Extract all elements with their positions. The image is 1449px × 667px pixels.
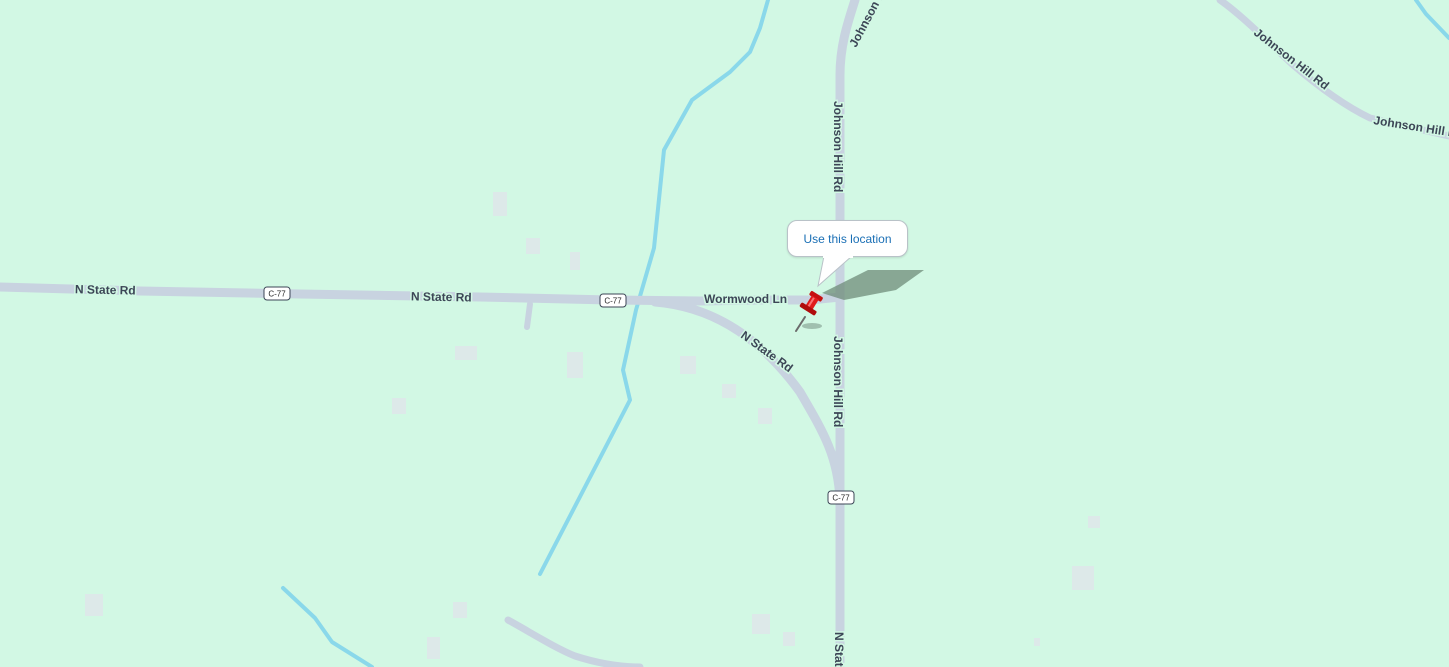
map-background — [0, 0, 1449, 667]
building — [752, 614, 770, 634]
building — [453, 602, 467, 618]
label-wormwood-ln: Wormwood Ln — [704, 292, 787, 306]
route-shield-label: C-77 — [604, 297, 622, 306]
label-n-state-rd-west: N State Rd — [75, 282, 136, 297]
building — [455, 346, 477, 360]
label-johnson-hill-rd-north: Johnson Hill Rd — [831, 101, 845, 192]
map-canvas[interactable]: N State Rd N State Rd Wormwood Ln N Stat… — [0, 0, 1449, 667]
route-shield: C-77 — [599, 293, 627, 308]
building — [758, 408, 772, 424]
use-this-location-link[interactable]: Use this location — [803, 232, 891, 246]
building — [392, 398, 406, 414]
route-shield-label: C-77 — [832, 494, 850, 503]
pushpin-icon[interactable] — [780, 284, 840, 339]
building — [570, 252, 580, 270]
building — [722, 384, 736, 398]
building — [427, 637, 440, 659]
label-johnson-hill-rd-south: Johnson Hill Rd — [831, 336, 845, 427]
route-shield: C-77 — [827, 490, 855, 505]
building — [680, 356, 696, 374]
building — [85, 594, 103, 616]
building — [1072, 566, 1094, 590]
use-this-location-popup[interactable]: Use this location — [787, 220, 908, 257]
road-driveway — [524, 301, 533, 330]
building — [493, 192, 507, 216]
building — [1034, 638, 1040, 646]
label-n-state-rd-south: N State Rd — [832, 632, 846, 667]
route-shield: C-77 — [263, 286, 291, 301]
label-n-state-rd-mid: N State Rd — [411, 289, 472, 304]
building — [1088, 516, 1100, 528]
route-shield-label: C-77 — [268, 290, 286, 299]
building — [526, 238, 540, 254]
building — [567, 352, 583, 378]
building — [783, 632, 795, 646]
